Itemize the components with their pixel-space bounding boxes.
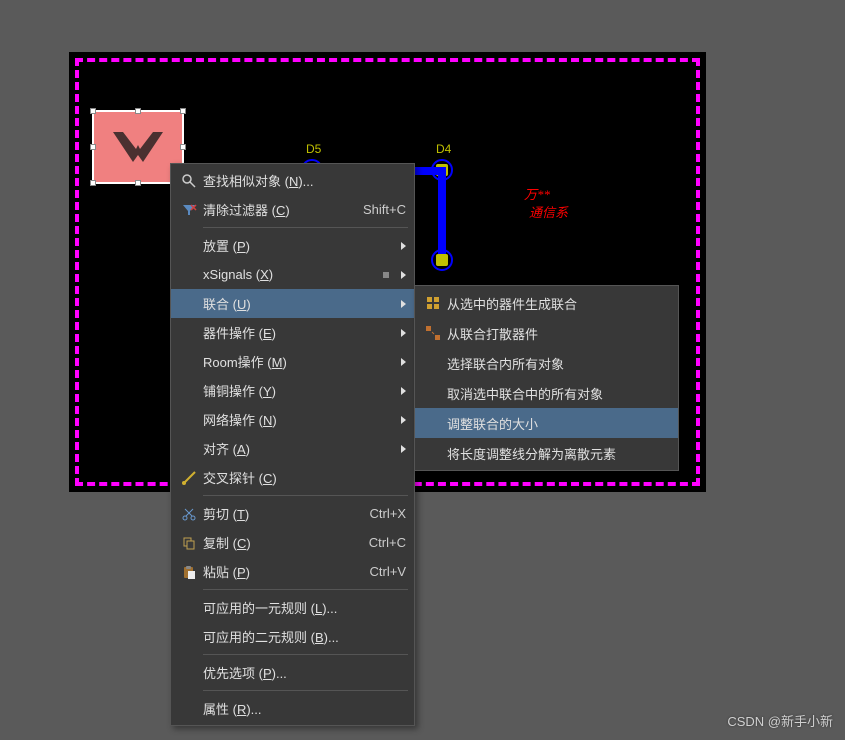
menu-label: 放置 (P) bbox=[203, 236, 393, 255]
silkscreen-text[interactable]: 通信系 bbox=[529, 202, 568, 221]
menu-label: 调整联合的大小 bbox=[447, 414, 670, 433]
watermark-text: CSDN @新手小新 bbox=[727, 711, 833, 730]
menu-item-preferences[interactable]: 优先选项 (P)... bbox=[171, 658, 414, 687]
context-menu[interactable]: 查找相似对象 (N)... 清除过滤器 (C) Shift+C 放置 (P) x… bbox=[170, 163, 415, 726]
menu-item-xsignals[interactable]: xSignals (X) bbox=[171, 260, 414, 289]
menu-item-binary-rules[interactable]: 可应用的二元规则 (B)... bbox=[171, 622, 414, 651]
indicator-dot-icon bbox=[383, 272, 389, 278]
menu-item-net-ops[interactable]: 网络操作 (N) bbox=[171, 405, 414, 434]
search-icon bbox=[175, 173, 203, 189]
menu-label: 从联合打散器件 bbox=[447, 324, 670, 343]
submenu-arrow-icon bbox=[401, 329, 406, 337]
resize-handle[interactable] bbox=[180, 108, 186, 114]
menu-item-union[interactable]: 联合 (U) bbox=[171, 289, 414, 318]
menu-item-place[interactable]: 放置 (P) bbox=[171, 231, 414, 260]
union-create-icon bbox=[419, 295, 447, 311]
submenu-arrow-icon bbox=[401, 445, 406, 453]
resize-handle[interactable] bbox=[135, 108, 141, 114]
filter-clear-icon bbox=[175, 202, 203, 218]
menu-item-component-ops[interactable]: 器件操作 (E) bbox=[171, 318, 414, 347]
menu-item-copy[interactable]: 复制 (C) Ctrl+C bbox=[171, 528, 414, 557]
submenu-item-decompose-tuning[interactable]: 将长度调整线分解为离散元素 bbox=[415, 438, 678, 468]
menu-label: 器件操作 (E) bbox=[203, 323, 393, 342]
menu-shortcut: Ctrl+X bbox=[360, 506, 406, 521]
menu-label: 优先选项 (P)... bbox=[203, 663, 406, 682]
menu-label: 对齐 (A) bbox=[203, 439, 393, 458]
copy-icon bbox=[175, 535, 203, 551]
menu-item-cut[interactable]: 剪切 (T) Ctrl+X bbox=[171, 499, 414, 528]
menu-separator bbox=[203, 227, 408, 228]
component-label-d4: D4 bbox=[436, 142, 451, 156]
submenu-arrow-icon bbox=[401, 358, 406, 366]
menu-label: 复制 (C) bbox=[203, 533, 359, 552]
submenu-item-create-from-selection[interactable]: 从选中的器件生成联合 bbox=[415, 288, 678, 318]
menu-shortcut: Ctrl+V bbox=[360, 564, 406, 579]
menu-label: 剪切 (T) bbox=[203, 504, 360, 523]
menu-separator bbox=[203, 690, 408, 691]
submenu-arrow-icon bbox=[401, 387, 406, 395]
component-pad[interactable] bbox=[431, 249, 453, 271]
menu-separator bbox=[203, 589, 408, 590]
menu-item-unary-rules[interactable]: 可应用的一元规则 (L)... bbox=[171, 593, 414, 622]
menu-shortcut: Shift+C bbox=[353, 202, 406, 217]
menu-label: 将长度调整线分解为离散元素 bbox=[447, 444, 670, 463]
menu-label: 从选中的器件生成联合 bbox=[447, 294, 670, 313]
menu-item-properties[interactable]: 属性 (R)... bbox=[171, 694, 414, 723]
resize-handle[interactable] bbox=[180, 144, 186, 150]
menu-label: 选择联合内所有对象 bbox=[447, 354, 670, 373]
menu-label: 粘贴 (P) bbox=[203, 562, 360, 581]
menu-separator bbox=[203, 495, 408, 496]
cut-icon bbox=[175, 506, 203, 522]
menu-label: 交叉探针 (C) bbox=[203, 468, 406, 487]
menu-item-paste[interactable]: 粘贴 (P) Ctrl+V bbox=[171, 557, 414, 586]
component-label-d5: D5 bbox=[306, 142, 321, 156]
silkscreen-text[interactable]: 万** bbox=[524, 184, 550, 203]
menu-item-find-similar[interactable]: 查找相似对象 (N)... bbox=[171, 166, 414, 195]
submenu-arrow-icon bbox=[401, 271, 406, 279]
submenu-item-break-union[interactable]: 从联合打散器件 bbox=[415, 318, 678, 348]
menu-shortcut: Ctrl+C bbox=[359, 535, 406, 550]
menu-label: 属性 (R)... bbox=[203, 699, 406, 718]
submenu-arrow-icon bbox=[401, 416, 406, 424]
menu-label: 查找相似对象 (N)... bbox=[203, 171, 406, 190]
pcb-trace[interactable] bbox=[438, 167, 446, 257]
menu-item-align[interactable]: 对齐 (A) bbox=[171, 434, 414, 463]
menu-label: 可应用的二元规则 (B)... bbox=[203, 627, 406, 646]
logo-graphic bbox=[108, 127, 168, 167]
union-break-icon bbox=[419, 325, 447, 341]
menu-label: 联合 (U) bbox=[203, 294, 393, 313]
menu-separator bbox=[203, 654, 408, 655]
menu-item-polygon-ops[interactable]: 铺铜操作 (Y) bbox=[171, 376, 414, 405]
probe-icon bbox=[175, 470, 203, 486]
submenu-item-select-all-in-union[interactable]: 选择联合内所有对象 bbox=[415, 348, 678, 378]
menu-label: Room操作 (M) bbox=[203, 352, 393, 371]
menu-item-clear-filter[interactable]: 清除过滤器 (C) Shift+C bbox=[171, 195, 414, 224]
submenu-item-deselect-all-in-union[interactable]: 取消选中联合中的所有对象 bbox=[415, 378, 678, 408]
resize-handle[interactable] bbox=[90, 108, 96, 114]
menu-label: 可应用的一元规则 (L)... bbox=[203, 598, 406, 617]
menu-label: xSignals (X) bbox=[203, 267, 383, 282]
resize-handle[interactable] bbox=[135, 180, 141, 186]
menu-label: 网络操作 (N) bbox=[203, 410, 393, 429]
submenu-arrow-icon bbox=[401, 300, 406, 308]
resize-handle[interactable] bbox=[90, 144, 96, 150]
menu-item-cross-probe[interactable]: 交叉探针 (C) bbox=[171, 463, 414, 492]
menu-label: 清除过滤器 (C) bbox=[203, 200, 353, 219]
union-submenu[interactable]: 从选中的器件生成联合 从联合打散器件 选择联合内所有对象 取消选中联合中的所有对… bbox=[414, 285, 679, 471]
submenu-item-resize-union[interactable]: 调整联合的大小 bbox=[415, 408, 678, 438]
paste-icon bbox=[175, 564, 203, 580]
submenu-arrow-icon bbox=[401, 242, 406, 250]
resize-handle[interactable] bbox=[90, 180, 96, 186]
menu-label: 铺铜操作 (Y) bbox=[203, 381, 393, 400]
menu-item-room-ops[interactable]: Room操作 (M) bbox=[171, 347, 414, 376]
menu-label: 取消选中联合中的所有对象 bbox=[447, 384, 670, 403]
